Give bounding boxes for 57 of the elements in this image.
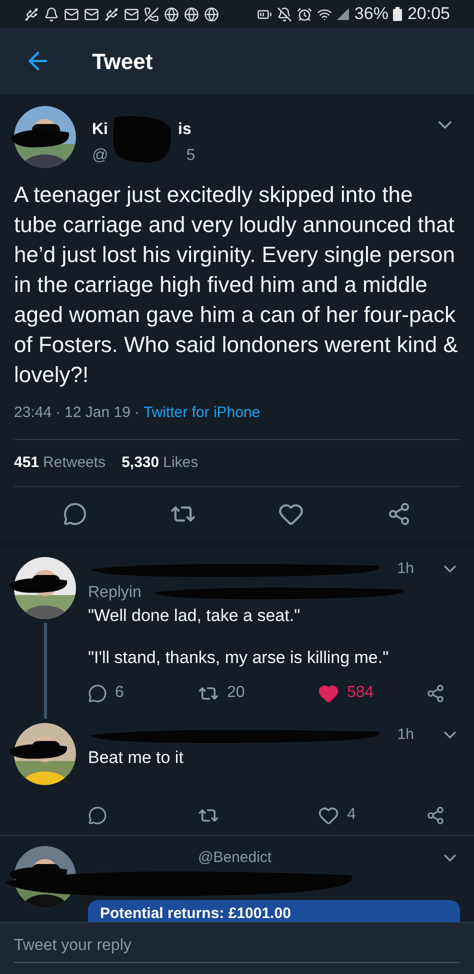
separator-dot: · [56,403,61,423]
reply-icon[interactable] [88,684,107,702]
author-name: is [178,120,192,140]
wifi-icon [317,6,332,22]
author-name: Ki [92,120,108,140]
like-icon[interactable] [318,682,339,704]
reply-icon[interactable] [88,806,107,824]
redaction-mark [112,114,172,164]
mail-icon [84,6,99,22]
page-title: Tweet [92,48,153,76]
source-link[interactable]: Twitter for iPhone [143,402,260,424]
author-handle: @ [92,146,108,166]
reply-time: 1h [397,558,414,579]
mute-icon [277,6,292,22]
reply-text: "Well done lad, take a seat." [88,605,302,627]
retweet-label: Retweets [43,452,106,472]
bell-icon [44,6,59,22]
usb-icon [24,6,39,22]
share-icon[interactable] [386,502,411,526]
like-count: 4 [347,805,356,825]
reply-count: 6 [115,683,124,703]
share-icon[interactable] [426,806,445,824]
reply-handle: @Benedict [198,848,272,868]
mail-icon [124,6,139,22]
clock: 20:05 [407,3,450,26]
author-handle: 5 [186,146,196,166]
mail-icon [64,6,79,22]
battery-level: 36% [354,3,388,26]
like-label: Likes [163,452,198,472]
card-text: Potential returns: £1001.00 [100,905,291,922]
reply-time: 1h [397,724,414,745]
globe-icon [164,6,179,22]
reply-text: "I'll stand, thanks, my arse is killing me." [88,647,390,669]
like-icon[interactable] [318,804,339,826]
battery-icon [393,7,402,21]
reply-icon[interactable] [63,502,88,526]
phone-off-icon [144,6,159,22]
retweet-count: 20 [227,683,245,703]
globe-icon [204,6,219,22]
tweet-text: A teenager just excitedly skipped into the tube carriage and very loudly announced that he’d just lost his virginity. Every single person in the carriage high fived him and a middle aged woman gave him a can of her four-pack of Fosters. Who said londoners werent kind & lovely?! [14,181,459,389]
tweet-date: 12 Jan 19 [64,403,130,423]
usb-icon [104,6,119,22]
reply-composer[interactable]: Tweet your reply [0,922,474,974]
tweet-time: 23:44 [14,403,52,423]
link-card[interactable]: Potential returns: £1001.00 [88,900,460,922]
reply-text: Beat me to it [88,747,184,769]
separator-dot: · [134,403,140,423]
alarm-icon [297,6,312,22]
like-total: 5,330 [122,452,160,472]
share-icon[interactable] [426,684,445,702]
like-count: 584 [347,683,374,703]
like-icon[interactable] [278,501,304,527]
reply-field[interactable]: Tweet your reply [14,934,460,963]
replying-to: Replyin [88,583,142,603]
signal-icon [337,8,350,20]
globe-icon [184,6,199,22]
retweet-total: 451 [14,452,40,472]
